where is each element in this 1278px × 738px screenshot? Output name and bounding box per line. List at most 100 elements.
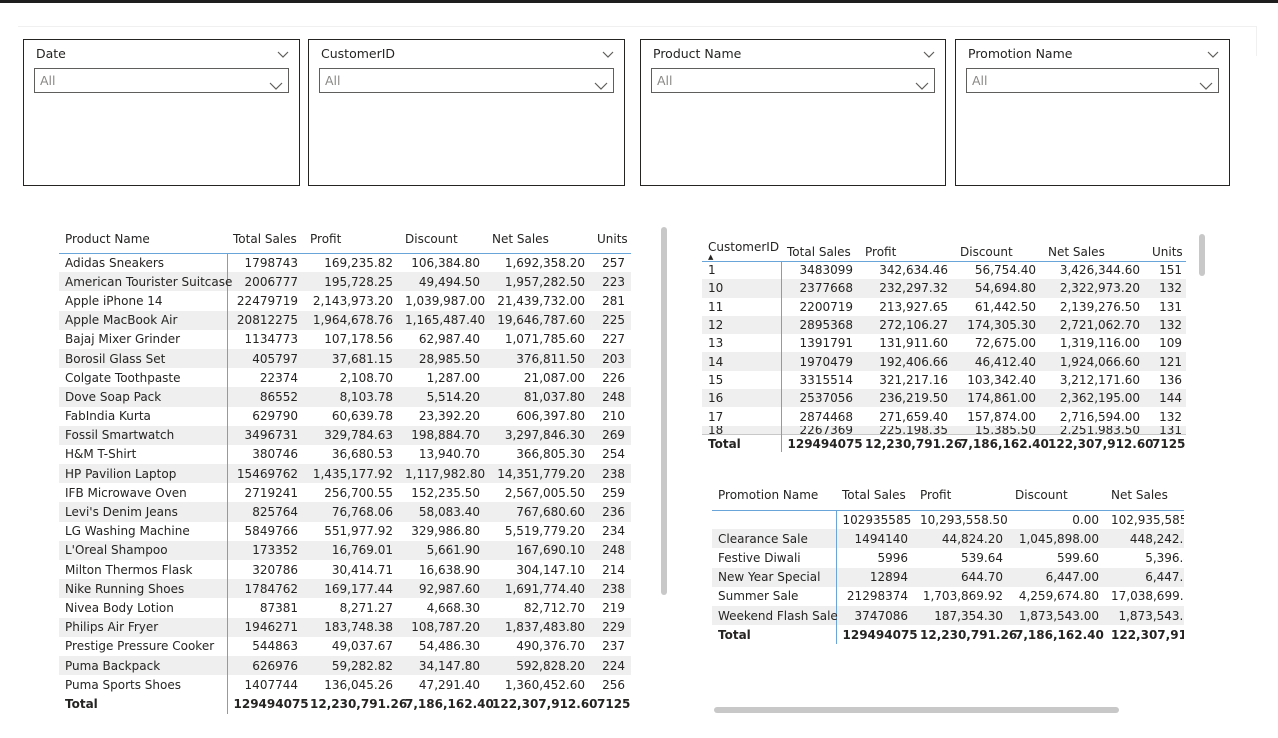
- value-cell: 2537056: [781, 389, 859, 408]
- table-row[interactable]: H&M T-Shirt 380746 36,680.53 13,940.70 366,8…: [59, 444, 631, 465]
- column-header[interactable]: Profit: [914, 484, 1009, 511]
- table-row[interactable]: 17 2874468 271,659.40 157,874.00 2,716,594.0…: [702, 407, 1186, 426]
- value-cell: 60,639.78: [331, 409, 393, 424]
- table-row[interactable]: Festive Diwali 5996 539.64 599.60 5,396.4: [712, 548, 1184, 568]
- table-row[interactable]: 15 3315514 321,217.16 103,342.40 3,212,171.6…: [702, 370, 1186, 390]
- value-cell: 539.64: [961, 550, 1003, 565]
- column-header[interactable]: Product Name: [59, 227, 227, 254]
- table-row[interactable]: Nike Running Shoes 1784762 169,177.44 92,98…: [59, 579, 631, 599]
- table-row[interactable]: 1 3483099 342,634.46 56,754.40 3,426,344.60 1…: [702, 261, 1186, 280]
- promotion-name-dropdown[interactable]: All: [966, 68, 1219, 93]
- value-cell: 4,259,674.80: [1018, 589, 1099, 604]
- date-dropdown[interactable]: All: [34, 68, 289, 93]
- value-cell: 174,861.00: [954, 389, 1042, 408]
- value-cell: 2377668: [781, 279, 859, 298]
- product-table-scrollbar[interactable]: [661, 227, 667, 595]
- value-cell: 19,646,787.60: [486, 310, 591, 330]
- chevron-down-icon[interactable]: [915, 75, 929, 90]
- value-cell: 54,486.30: [418, 639, 480, 654]
- table-row[interactable]: Fossil Smartwatch 3496731 329,784.63 198,88…: [59, 425, 631, 445]
- table-row[interactable]: Puma Backpack 626976 59,282.82 34,147.80 592…: [59, 655, 631, 676]
- column-header[interactable]: Discount: [399, 227, 486, 254]
- column-header[interactable]: Net Sales: [486, 227, 591, 254]
- table-row[interactable]: Weekend Flash Sale 3747086 187,354.30 1,873…: [712, 605, 1184, 626]
- chevron-down-icon[interactable]: [923, 44, 935, 58]
- value-cell: 36,680.53: [331, 447, 393, 462]
- table-row[interactable]: Puma Sports Shoes 1407744 136,045.26 47,291…: [59, 675, 631, 695]
- column-header[interactable]: Total Sales: [227, 227, 304, 254]
- table-row[interactable]: Philips Air Fryer 1946271 183,748.38 108,78…: [59, 617, 631, 637]
- table-row[interactable]: Colgate Toothpaste 22374 2,108.70 1,287.00 2…: [59, 368, 631, 388]
- value-cell: 173352: [227, 540, 304, 560]
- chevron-down-icon[interactable]: [1207, 44, 1219, 58]
- column-header[interactable]: Discount: [954, 235, 1042, 262]
- column-header[interactable]: Total Sales: [781, 235, 859, 262]
- value-cell: 2719241: [244, 485, 298, 500]
- value-cell: 49,494.50: [399, 272, 486, 292]
- table-row[interactable]: 16 2537056 236,219.50 174,861.00 2,362,195.0…: [702, 389, 1186, 408]
- value-cell: 87381: [259, 600, 298, 615]
- header-row: Product Name Total Sales Profit Discount Net…: [59, 227, 631, 254]
- total-label: Total: [702, 433, 782, 453]
- promotion-table[interactable]: Promotion Name Total Sales Profit Discount N…: [712, 484, 1184, 649]
- table-row[interactable]: 13 1391791 131,911.60 72,675.00 1,319,116.00…: [702, 334, 1186, 353]
- product-name-dropdown[interactable]: All: [651, 68, 935, 93]
- table-row[interactable]: 10 2377668 232,297.32 54,694.80 2,322,973.20…: [702, 279, 1186, 298]
- column-header[interactable]: Units: [1146, 235, 1186, 262]
- row-label-cell: 11: [702, 297, 782, 316]
- table-row[interactable]: Levi's Denim Jeans 825764 76,768.06 58,083.…: [59, 502, 631, 522]
- table-row[interactable]: 18 2267369 225,198.35 15,385.50 2,251,983.50…: [702, 425, 1186, 435]
- column-header[interactable]: Net Sales: [1105, 484, 1184, 511]
- table-row[interactable]: HP Pavilion Laptop 15469762 1,435,177.92 1,…: [59, 464, 631, 484]
- column-header[interactable]: Promotion Name: [712, 484, 836, 511]
- table-row[interactable]: New Year Special 12894 644.70 6,447.00 6,447…: [712, 567, 1184, 587]
- table-row[interactable]: L'Oreal Shampoo 173352 16,769.01 5,661.90 16…: [59, 540, 631, 560]
- value-cell: 214: [602, 562, 625, 577]
- value-cell: 5996: [877, 550, 908, 565]
- sort-ascending-icon[interactable]: ▲: [708, 253, 775, 261]
- column-header[interactable]: Profit: [859, 235, 954, 262]
- table-row[interactable]: Borosil Glass Set 405797 37,681.15 28,985.5…: [59, 348, 631, 369]
- value-cell: 16,769.01: [304, 540, 399, 560]
- table-row[interactable]: 102935585 10,293,558.50 0.00 102,935,585.0: [712, 510, 1184, 530]
- table-row[interactable]: 11 2200719 213,927.65 61,442.50 2,139,276.50…: [702, 297, 1186, 316]
- value-cell: 86552: [227, 387, 304, 407]
- customerid-dropdown[interactable]: All: [319, 68, 614, 93]
- chevron-down-icon[interactable]: [269, 75, 283, 90]
- table-row[interactable]: 14 1970479 192,406.66 46,412.40 1,924,066.60…: [702, 352, 1186, 371]
- table-row[interactable]: Dove Soap Pack 86552 8,103.78 5,514.20 81,03…: [59, 387, 631, 407]
- column-header[interactable]: Total Sales: [836, 484, 914, 511]
- column-header[interactable]: Discount: [1009, 484, 1105, 511]
- chevron-down-icon[interactable]: [602, 44, 614, 58]
- table-row[interactable]: Clearance Sale 1494140 44,824.20 1,045,898.…: [712, 529, 1184, 549]
- promotion-table-h-scrollbar[interactable]: [714, 707, 1119, 713]
- table-row[interactable]: Adidas Sneakers 1798743 169,235.82 106,384.…: [59, 253, 631, 273]
- table-row[interactable]: Apple MacBook Air 20812275 1,964,678.76 1,1…: [59, 310, 631, 330]
- value-cell: 2,721,062.70: [1042, 315, 1146, 335]
- product-table[interactable]: Product Name Total Sales Profit Discount Net…: [59, 227, 631, 714]
- value-cell: 174,305.30: [954, 315, 1042, 335]
- table-row[interactable]: FabIndia Kurta 629790 60,639.78 23,392.20 60…: [59, 406, 631, 426]
- value-cell: 167,690.10: [486, 540, 591, 560]
- row-label-cell: New Year Special: [712, 567, 837, 587]
- table-row[interactable]: Nivea Body Lotion 87381 8,271.27 4,668.30 82…: [59, 598, 631, 618]
- column-header[interactable]: Net Sales: [1042, 235, 1146, 262]
- customer-table[interactable]: CustomerID ▲ Total Sales Profit Discount Net …: [702, 235, 1186, 465]
- table-row[interactable]: Apple iPhone 14 22479719 2,143,973.20 1,039…: [59, 291, 631, 311]
- column-header[interactable]: CustomerID ▲: [702, 235, 781, 262]
- table-row[interactable]: Milton Thermos Flask 320786 30,414.71 16,63…: [59, 560, 631, 580]
- table-row[interactable]: Prestige Pressure Cooker 544863 49,037.67 5…: [59, 636, 631, 656]
- customer-table-scrollbar[interactable]: [1199, 234, 1205, 276]
- table-row[interactable]: IFB Microwave Oven 2719241 256,700.55 152,2…: [59, 483, 631, 503]
- chevron-down-icon[interactable]: [1199, 75, 1213, 90]
- table-row[interactable]: 12 2895368 272,106.27 174,305.30 2,721,062.7…: [702, 315, 1186, 335]
- table-row[interactable]: American Tourister Suitcase 2006777 195,72…: [59, 272, 631, 292]
- chevron-down-icon[interactable]: [594, 75, 608, 90]
- column-header[interactable]: Profit: [304, 227, 399, 254]
- table-row[interactable]: Summer Sale 21298374 1,703,869.92 4,259,674…: [712, 586, 1184, 606]
- value-cell: 1494140: [836, 529, 914, 549]
- chevron-down-icon[interactable]: [277, 44, 289, 58]
- table-row[interactable]: LG Washing Machine 5849766 551,977.92 329,9…: [59, 521, 631, 541]
- column-header[interactable]: Units: [591, 227, 631, 254]
- table-row[interactable]: Bajaj Mixer Grinder 1134773 107,178.56 62,9…: [59, 329, 631, 349]
